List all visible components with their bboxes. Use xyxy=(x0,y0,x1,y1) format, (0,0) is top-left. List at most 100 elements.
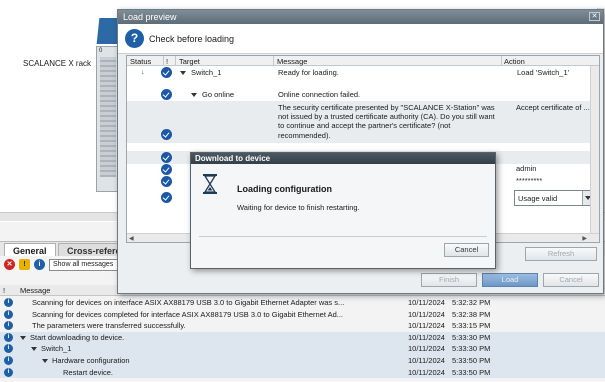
table-row[interactable]: Go online Online connection failed. xyxy=(127,88,599,101)
check-icon xyxy=(161,89,172,100)
username-value[interactable]: admin xyxy=(516,164,536,173)
log-time: 5:32:32 PM xyxy=(452,298,491,307)
dialog-title: Load preview xyxy=(118,10,603,24)
log-message: Scanning for devices on interface ASIX A… xyxy=(32,298,344,307)
loading-subtext: Waiting for device to finish restarting. xyxy=(237,203,360,212)
module-ports xyxy=(100,57,116,177)
scroll-right-icon[interactable]: ▶ xyxy=(582,235,587,242)
expand-icon[interactable] xyxy=(31,347,37,352)
log-header-message: Message xyxy=(20,286,51,295)
hourglass-icon xyxy=(203,174,217,194)
log-date: 10/11/2024 xyxy=(408,321,445,331)
info-filter-icon[interactable]: i xyxy=(34,259,45,270)
row-action[interactable]: Accept certificate of ... xyxy=(516,103,590,112)
log-message-text: Scanning for devices completed for inter… xyxy=(32,309,344,319)
password-value[interactable]: ********* xyxy=(516,176,542,185)
usage-select[interactable]: Usage valid xyxy=(514,190,593,206)
divider xyxy=(199,236,487,237)
log-time: 5:33:30 PM xyxy=(452,332,491,342)
log-message-text: Start downloading to device. xyxy=(30,332,125,342)
check-icon xyxy=(161,152,172,163)
log-message: The parameters were transferred successf… xyxy=(32,321,186,330)
row-target: Go online xyxy=(202,90,235,99)
log-date: 10/11/2024 xyxy=(408,344,445,354)
log-message-text: Switch_1 xyxy=(41,344,72,354)
error-filter-icon[interactable]: ✕ xyxy=(4,259,15,270)
expand-icon[interactable] xyxy=(42,359,48,364)
expand-icon[interactable] xyxy=(191,90,201,99)
table-header: Status ! Target Message Action xyxy=(127,56,599,66)
log-row[interactable]: i Restart device. 10/11/2024 5:33:50 PM xyxy=(0,366,605,379)
log-date: 10/11/2024 xyxy=(408,298,445,307)
log-date: 10/11/2024 xyxy=(408,332,445,342)
check-icon xyxy=(161,129,172,140)
log-row[interactable]: i Hardware configuration 10/11/2024 5:33:50… xyxy=(0,355,605,367)
log-row[interactable]: i Scanning for devices completed for inte… xyxy=(0,309,605,321)
table-row[interactable]: The security certificate presented by "S… xyxy=(127,101,599,143)
log-header-bang: ! xyxy=(3,286,6,295)
tab-general[interactable]: General xyxy=(4,243,56,257)
warning-filter-icon[interactable]: ! xyxy=(19,259,30,270)
col-bang: ! xyxy=(166,57,169,66)
info-icon: i xyxy=(4,356,13,365)
info-icon: i xyxy=(4,332,13,342)
expand-icon[interactable] xyxy=(180,68,190,77)
log-message: Hardware configuration xyxy=(42,356,130,365)
info-icon: i xyxy=(4,344,13,354)
log-message: Start downloading to device. xyxy=(20,333,124,342)
load-button[interactable]: Load xyxy=(482,273,538,287)
cancel-button[interactable]: Cancel xyxy=(543,273,599,287)
log-date: 10/11/2024 xyxy=(408,367,445,377)
rack-label: SCALANCE X rack xyxy=(23,59,92,68)
table-vertical-scrollbar[interactable] xyxy=(590,66,599,233)
message-filter-select[interactable]: Show all messages xyxy=(49,259,119,271)
log-row[interactable]: i The parameters were transferred success… xyxy=(0,320,605,332)
close-icon[interactable]: ✕ xyxy=(589,12,600,21)
check-icon xyxy=(161,192,172,203)
col-status: Status xyxy=(130,57,152,66)
check-icon xyxy=(161,67,172,78)
col-target: Target xyxy=(179,57,200,66)
finish-button[interactable]: Finish xyxy=(421,273,477,287)
log-date: 10/11/2024 xyxy=(408,309,445,319)
download-to-device-dialog: Download to device Loading configuration… xyxy=(190,152,496,269)
log-message-text: Restart device. xyxy=(63,367,114,377)
row-message: The security certificate presented by "S… xyxy=(278,103,495,140)
table-row[interactable]: ↓ Switch_1 Ready for loading. Load 'Swit… xyxy=(127,66,599,79)
row-message: Online connection failed. xyxy=(278,90,361,99)
check-icon xyxy=(161,164,172,175)
modal-title: Download to device xyxy=(191,153,495,164)
log-message-text: Scanning for devices on interface ASIX A… xyxy=(32,298,345,307)
log-message-text: Hardware configuration xyxy=(52,356,130,365)
loading-title: Loading configuration xyxy=(237,184,332,194)
log-message-text: The parameters were transferred successf… xyxy=(32,321,186,331)
expand-icon[interactable] xyxy=(20,335,26,340)
log-row[interactable]: i Scanning for devices on interface ASIX … xyxy=(0,297,605,309)
log-row[interactable]: i Switch_1 10/11/2024 5:33:30 PM xyxy=(0,343,605,355)
question-icon: ? xyxy=(125,29,144,48)
scroll-left-icon[interactable]: ◀ xyxy=(129,235,134,242)
log-time: 5:33:15 PM xyxy=(452,321,491,331)
log-row[interactable]: i Start downloading to device. 10/11/2024 5… xyxy=(0,331,605,344)
check-icon xyxy=(161,176,172,187)
log-message: Restart device. xyxy=(63,368,113,377)
info-icon: i xyxy=(4,298,13,307)
info-icon: i xyxy=(4,367,13,377)
row-message: Ready for loading. xyxy=(278,68,339,77)
col-message: Message xyxy=(277,57,308,66)
load-status-icon: ↓ xyxy=(141,67,145,76)
modal-cancel-button[interactable]: Cancel xyxy=(444,243,489,257)
log-time: 5:33:50 PM xyxy=(452,367,491,377)
info-icon: i xyxy=(4,309,13,319)
refresh-button[interactable]: Refresh xyxy=(525,247,597,261)
col-action: Action xyxy=(504,57,525,66)
row-target: Switch_1 xyxy=(191,68,222,77)
log-time: 5:32:38 PM xyxy=(452,309,491,319)
log-time: 5:33:50 PM xyxy=(452,356,491,365)
module-slot-number: 0 xyxy=(99,48,103,54)
info-icon: i xyxy=(4,321,13,331)
dialog-header: ? Check before loading xyxy=(118,24,603,54)
log-date: 10/11/2024 xyxy=(408,356,445,365)
dialog-heading: Check before loading xyxy=(149,34,235,44)
row-action[interactable]: Load 'Switch_1' xyxy=(517,68,569,77)
